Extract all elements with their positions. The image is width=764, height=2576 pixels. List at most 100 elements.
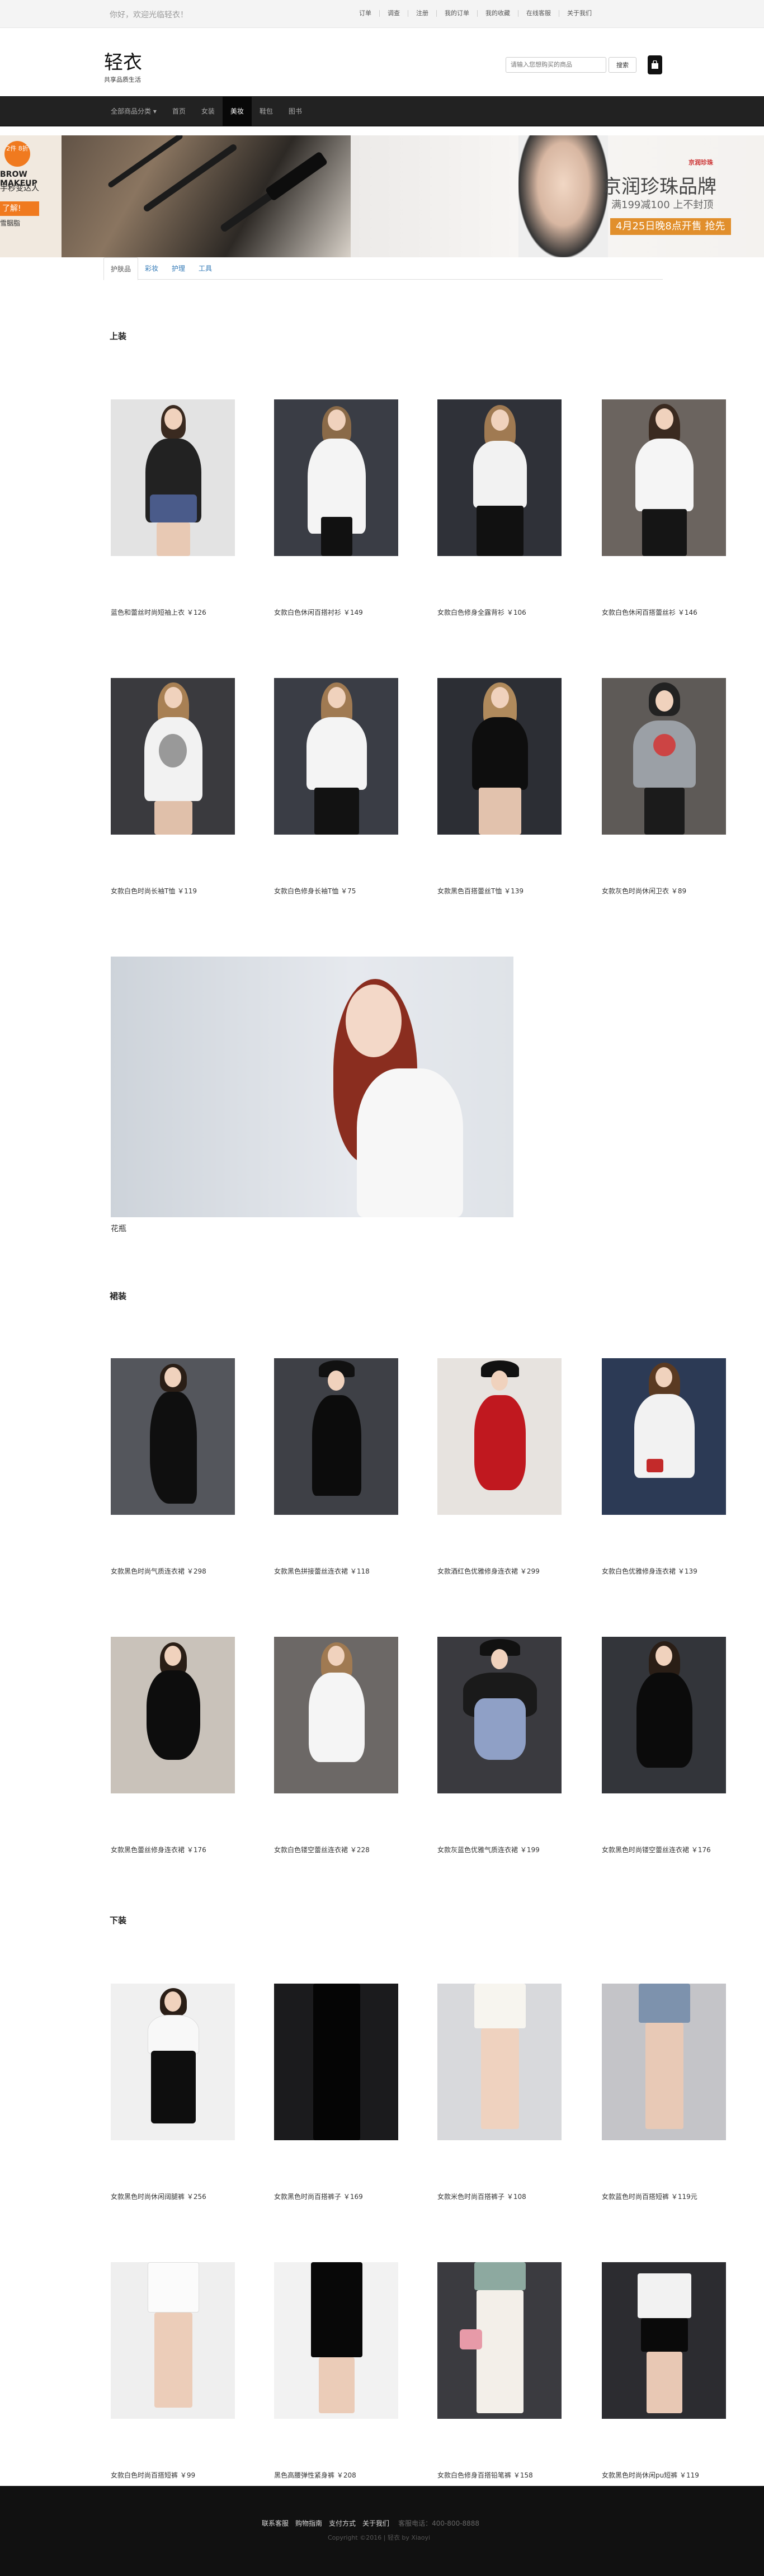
footer-link-payment[interactable]: 支付方式 [329, 2518, 356, 2528]
feature-image[interactable] [111, 957, 513, 1217]
nav-books[interactable]: 图书 [281, 97, 310, 126]
product-card[interactable]: 女款白色休闲百搭蕾丝衫 ￥146 [602, 399, 726, 616]
product-card[interactable]: 女款灰色时尚休闲卫衣 ￥89 [602, 678, 726, 895]
cart-button[interactable] [648, 55, 662, 74]
top-link-favorites[interactable]: 我的收藏 [478, 10, 518, 17]
product-caption[interactable]: 女款白色时尚百搭短裤 ￥99 [111, 2470, 279, 2480]
product-card[interactable]: 女款黑色时尚镂空蕾丝连衣裙 ￥176 [602, 1637, 726, 1854]
product-caption[interactable]: 女款白色修身长袖T恤 ￥75 [274, 886, 442, 896]
product-image[interactable] [111, 678, 235, 835]
tab-care[interactable]: 护理 [165, 257, 192, 279]
footer-link-about[interactable]: 关于我们 [362, 2518, 389, 2528]
product-card[interactable]: 女款白色修身百搭铅笔裤 ￥158 [437, 2262, 562, 2479]
search-button[interactable]: 搜索 [609, 57, 636, 73]
top-link-orders[interactable]: 订单 [351, 10, 380, 17]
product-caption[interactable]: 女款黑色时尚休闲pu短裤 ￥119 [602, 2470, 764, 2480]
nav-shoes-bags[interactable]: 鞋包 [252, 97, 281, 126]
product-image[interactable] [111, 1984, 235, 2140]
product-card[interactable]: 女款黑色蕾丝修身连衣裙 ￥176 [111, 1637, 235, 1854]
product-image[interactable] [437, 1984, 562, 2140]
product-card[interactable]: 女款白色时尚百搭短裤 ￥99 [111, 2262, 235, 2479]
product-caption[interactable]: 女款白色修身全露背衫 ￥106 [437, 607, 605, 617]
product-card[interactable]: 女款白色镂空蕾丝连衣裙 ￥228 [274, 1637, 398, 1854]
product-caption[interactable]: 女款黑色蕾丝修身连衣裙 ￥176 [111, 1845, 279, 1854]
nav-all-categories[interactable]: 全部商品分类 ▾ [103, 97, 164, 126]
tab-makeup[interactable]: 彩妆 [138, 257, 165, 279]
product-card[interactable]: 女款黑色时尚休闲阔腿裤 ￥256 [111, 1984, 235, 2201]
product-image[interactable] [437, 399, 562, 556]
product-caption[interactable]: 女款黑色时尚休闲阔腿裤 ￥256 [111, 2192, 279, 2201]
product-image[interactable] [437, 1358, 562, 1515]
product-image[interactable] [602, 1984, 726, 2140]
product-card[interactable]: 女款灰蓝色优雅气质连衣裙 ￥199 [437, 1637, 562, 1854]
product-card[interactable]: 黑色高腰弹性紧身裤 ￥208 [274, 2262, 398, 2479]
tab-skincare[interactable]: 护肤品 [103, 257, 139, 280]
product-caption[interactable]: 女款黑色百搭蕾丝T恤 ￥139 [437, 886, 605, 896]
product-caption[interactable]: 蓝色和蕾丝时尚短袖上衣 ￥126 [111, 607, 279, 617]
product-card[interactable]: 女款白色休闲百搭衬衫 ￥149 [274, 399, 398, 616]
product-card[interactable]: 女款白色修身全露背衫 ￥106 [437, 399, 562, 616]
product-card[interactable]: 女款黑色时尚气质连衣裙 ￥298 [111, 1358, 235, 1575]
footer-link-guide[interactable]: 购物指南 [295, 2518, 322, 2528]
product-card[interactable]: 女款蓝色时尚百搭短裤 ￥119元 [602, 1984, 726, 2201]
top-link-about[interactable]: 关于我们 [559, 10, 600, 17]
product-caption[interactable]: 黑色高腰弹性紧身裤 ￥208 [274, 2470, 442, 2480]
product-image[interactable] [274, 1984, 398, 2140]
product-caption[interactable]: 女款酒红色优雅修身连衣裙 ￥299 [437, 1566, 605, 1576]
product-image[interactable] [274, 678, 398, 835]
product-image[interactable] [602, 1637, 726, 1793]
nav-home[interactable]: 首页 [164, 97, 194, 126]
product-image[interactable] [437, 2262, 562, 2419]
product-card[interactable]: 女款黑色百搭蕾丝T恤 ￥139 [437, 678, 562, 895]
product-card[interactable]: 女款白色修身长袖T恤 ￥75 [274, 678, 398, 895]
product-caption[interactable]: 女款黑色时尚气质连衣裙 ￥298 [111, 1566, 279, 1576]
product-image[interactable] [437, 678, 562, 835]
banner-learn-button[interactable]: 了解! [0, 201, 39, 216]
product-image[interactable] [437, 1637, 562, 1793]
top-link-survey[interactable]: 调查 [380, 10, 408, 17]
product-caption[interactable]: 女款黑色拼接蕾丝连衣裙 ￥118 [274, 1566, 442, 1576]
product-card[interactable]: 女款黑色拼接蕾丝连衣裙 ￥118 [274, 1358, 398, 1575]
product-caption[interactable]: 女款白色休闲百搭衬衫 ￥149 [274, 607, 442, 617]
product-card[interactable]: 女款米色时尚百搭裤子 ￥108 [437, 1984, 562, 2201]
product-caption[interactable]: 女款米色时尚百搭裤子 ￥108 [437, 2192, 605, 2201]
product-image[interactable] [274, 399, 398, 556]
search-input[interactable] [506, 57, 606, 73]
product-card[interactable]: 女款黑色时尚休闲pu短裤 ￥119 [602, 2262, 726, 2479]
product-caption[interactable]: 女款灰色时尚休闲卫衣 ￥89 [602, 886, 764, 896]
product-caption[interactable]: 女款白色时尚长袖T恤 ￥119 [111, 886, 279, 896]
product-caption[interactable]: 女款灰蓝色优雅气质连衣裙 ￥199 [437, 1845, 605, 1854]
product-caption[interactable]: 女款黑色时尚百搭裤子 ￥169 [274, 2192, 442, 2201]
product-caption[interactable]: 女款白色修身百搭铅笔裤 ￥158 [437, 2470, 605, 2480]
product-image[interactable] [111, 2262, 235, 2419]
site-logo[interactable]: 轻衣 [104, 47, 142, 74]
product-caption[interactable]: 女款黑色时尚镂空蕾丝连衣裙 ￥176 [602, 1845, 764, 1854]
footer-link-service[interactable]: 联系客服 [262, 2518, 289, 2528]
product-caption[interactable]: 女款白色优雅修身连衣裙 ￥139 [602, 1566, 764, 1576]
product-caption[interactable]: 女款蓝色时尚百搭短裤 ￥119元 [602, 2192, 764, 2201]
nav-womens[interactable]: 女装 [194, 97, 223, 126]
banner-pearl-brand[interactable]: 京润珍珠 京润珍珠品牌 满199减100 上不封顶 4月25日晚8点开售 抢先 [351, 135, 764, 257]
promo-banner[interactable]: 2件 8折 BROW MAKEUP 手秒变达人 了解! 雪胭脂 京润珍珠 京润珍… [0, 135, 764, 257]
product-card[interactable]: 女款酒红色优雅修身连衣裙 ￥299 [437, 1358, 562, 1575]
product-image[interactable] [274, 2262, 398, 2419]
product-image[interactable] [602, 2262, 726, 2419]
product-image[interactable] [602, 1358, 726, 1515]
product-image[interactable] [602, 399, 726, 556]
top-link-my-orders[interactable]: 我的订单 [437, 10, 478, 17]
product-image[interactable] [111, 1358, 235, 1515]
product-image[interactable] [602, 678, 726, 835]
product-image[interactable] [274, 1637, 398, 1793]
product-card[interactable]: 女款黑色时尚百搭裤子 ￥169 [274, 1984, 398, 2201]
product-image[interactable] [111, 1637, 235, 1793]
nav-beauty[interactable]: 美妆 [222, 97, 252, 126]
product-caption[interactable]: 女款白色休闲百搭蕾丝衫 ￥146 [602, 607, 764, 617]
tab-tools[interactable]: 工具 [192, 257, 219, 279]
product-card[interactable]: 女款白色时尚长袖T恤 ￥119 [111, 678, 235, 895]
top-link-register[interactable]: 注册 [408, 10, 437, 17]
banner-eyebrow-makeup[interactable]: 2件 8折 BROW MAKEUP 手秒变达人 了解! 雪胭脂 [0, 135, 351, 257]
product-image[interactable] [274, 1358, 398, 1515]
product-card[interactable]: 女款白色优雅修身连衣裙 ￥139 [602, 1358, 726, 1575]
top-link-service[interactable]: 在线客服 [518, 10, 559, 17]
product-card[interactable]: 蓝色和蕾丝时尚短袖上衣 ￥126 [111, 399, 235, 616]
